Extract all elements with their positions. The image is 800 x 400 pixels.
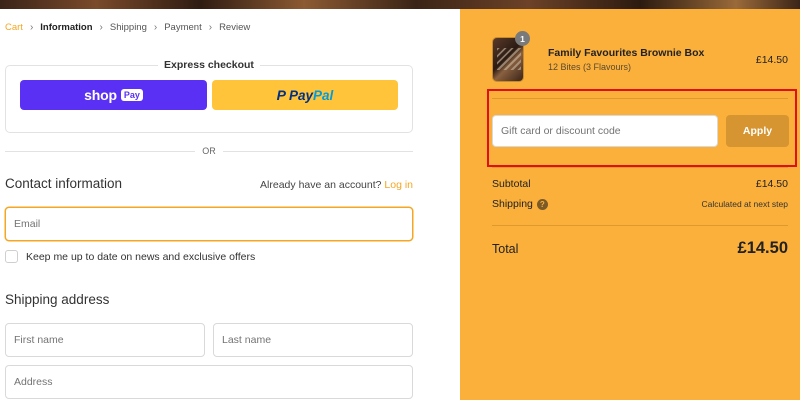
checkout-form-panel: Cart › Information › Shipping › Payment … [0,9,460,400]
login-link[interactable]: Log in [384,179,413,191]
first-name-field[interactable]: First name [5,323,205,357]
or-divider: OR [5,146,413,156]
subtotal-value: £14.50 [755,178,788,190]
product-name: Family Favourites Brownie Box [548,47,705,59]
contact-information-title: Contact information [5,176,123,191]
quantity-badge: 1 [515,31,530,46]
subtotal-row: Subtotal £14.50 [492,178,788,190]
breadcrumb-cart[interactable]: Cart [5,22,23,33]
order-summary-panel: 1 Family Favourites Brownie Box 12 Bites… [460,9,800,400]
shop-pay-badge: Pay [120,89,143,101]
shop-pay-button[interactable]: shop Pay [20,80,207,110]
breadcrumb: Cart › Information › Shipping › Payment … [5,22,250,33]
subtotal-label: Subtotal [492,178,531,190]
product-variant: 12 Bites (3 Flavours) [548,62,632,72]
shop-pay-logo: shop [84,87,117,103]
address-field[interactable]: Address [5,365,413,399]
total-label: Total [492,241,519,256]
shipping-row: Shipping? Calculated at next step [492,198,788,210]
paypal-icon: P [276,87,287,103]
chevron-right-icon: › [29,22,34,33]
breadcrumb-information: Information [40,22,93,33]
newsletter-checkbox[interactable] [5,250,18,263]
apply-button[interactable]: Apply [726,115,789,147]
shipping-label: Shipping [492,198,533,210]
last-name-field[interactable]: Last name [213,323,413,357]
express-checkout-section: Express checkout shop Pay P PayPal [5,59,413,133]
paypal-logo: PayPal [289,87,334,103]
total-row: Total £14.50 [492,239,788,258]
or-text: OR [202,146,216,156]
total-value: £14.50 [737,239,788,257]
help-icon[interactable]: ? [536,198,548,210]
breadcrumb-payment: Payment [164,22,202,33]
account-prompt: Already have an account? Log in [260,179,413,191]
chevron-right-icon: › [153,22,158,33]
shipping-value: Calculated at next step [701,199,788,209]
chevron-right-icon: › [99,22,103,33]
breadcrumb-shipping: Shipping [109,22,147,33]
discount-code-input[interactable]: Gift card or discount code [492,115,718,147]
chevron-right-icon: › [208,22,213,33]
newsletter-label: Keep me up to date on news and exclusive… [26,250,256,263]
shipping-address-title: Shipping address [5,292,110,307]
paypal-button[interactable]: P PayPal [212,80,398,110]
product-price: £14.50 [755,54,788,66]
product-thumbnail: 1 [492,31,530,82]
summary-divider [492,225,788,226]
breadcrumb-review: Review [219,22,251,33]
newsletter-option[interactable]: Keep me up to date on news and exclusive… [5,250,255,263]
hero-banner-strip [0,0,800,9]
express-checkout-title: Express checkout [158,59,260,71]
email-field[interactable]: Email [5,207,413,241]
summary-divider [492,167,788,168]
